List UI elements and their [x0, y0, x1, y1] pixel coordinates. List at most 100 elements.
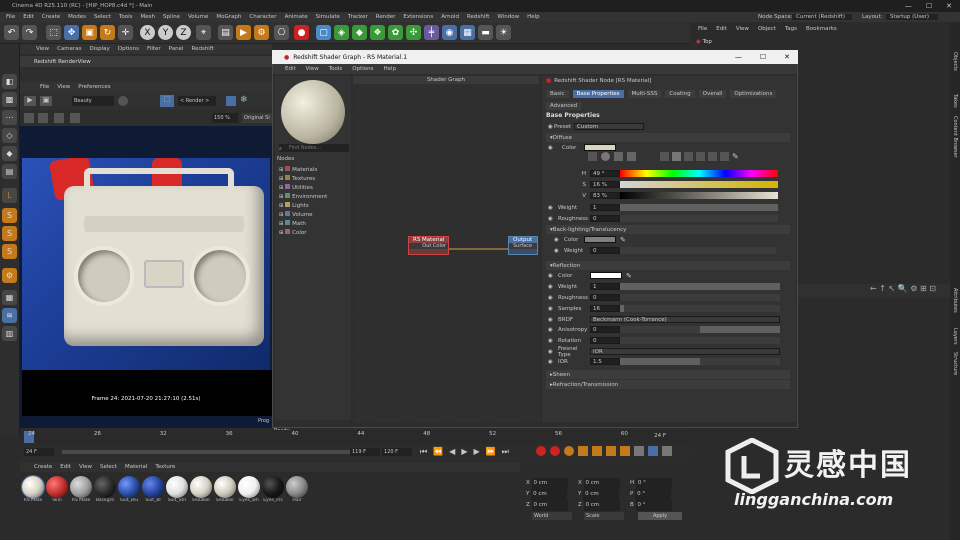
light-icon[interactable]: ☀ [496, 25, 511, 40]
play-icon[interactable]: ▶ [461, 447, 467, 457]
apply-button[interactable]: Apply [638, 512, 682, 520]
rs-material-node[interactable]: RS Material Out Color [408, 236, 449, 255]
node-category-color[interactable]: ⊞ Color [279, 229, 327, 238]
axis-icon[interactable]: L [2, 188, 17, 203]
deformer-icon[interactable]: ✿ [388, 25, 403, 40]
samples-field[interactable]: 16 [590, 305, 620, 312]
refl-weight-slider[interactable] [620, 283, 780, 290]
scale-key-icon[interactable] [592, 446, 602, 456]
vp-menu-display[interactable]: Display [90, 46, 110, 52]
texture-mode-icon[interactable]: ▩ [2, 92, 17, 107]
vp-menu-options[interactable]: Options [118, 46, 139, 52]
ior-field[interactable]: 1.5 [590, 358, 620, 365]
menu-animate[interactable]: Animate [285, 14, 308, 20]
zoom-field[interactable]: 150 % [212, 113, 238, 123]
value-slider[interactable] [620, 192, 778, 199]
menu-help[interactable]: Help [527, 14, 540, 20]
region-icon[interactable] [38, 113, 48, 123]
material-swatch[interactable] [94, 476, 116, 498]
om-item-top[interactable]: ◉ Top [696, 39, 712, 45]
output-node[interactable]: Output Surface [508, 236, 538, 255]
menu-edit[interactable]: Edit [23, 14, 34, 20]
move-icon[interactable]: ✥ [64, 25, 79, 40]
image-icon[interactable] [614, 152, 623, 161]
node-category-utilities[interactable]: ⊞ Utilities [279, 184, 327, 193]
menu-extensions[interactable]: Extensions [403, 14, 433, 20]
ior-keyframe-icon[interactable]: ◉ [548, 359, 558, 365]
original-size-button[interactable]: Original Si [242, 113, 272, 123]
y-field[interactable]: 0 cm [531, 489, 568, 500]
tab-overall[interactable]: Overall [698, 90, 727, 98]
z-field[interactable]: 0 cm [531, 500, 568, 511]
diffuse-weight-field[interactable]: 1 [590, 204, 620, 211]
om-menu-bookmarks[interactable]: Bookmarks [806, 26, 837, 32]
sheen-section[interactable]: ▸ Sheen [546, 370, 790, 379]
brdf-keyframe-icon[interactable]: ◉ [548, 317, 558, 323]
rv-menu-file[interactable]: File [40, 84, 49, 90]
samples-slider[interactable] [620, 305, 780, 312]
menu-volume[interactable]: Volume [188, 14, 208, 20]
hue-slider[interactable] [620, 170, 778, 177]
refl-eyedropper-icon[interactable]: ✎ [626, 272, 632, 280]
vp-menu-redshift[interactable]: Redshift [192, 46, 214, 52]
fresnel-keyframe-icon[interactable]: ◉ [548, 349, 558, 355]
samples-keyframe-icon[interactable]: ◉ [548, 306, 558, 312]
floor-icon[interactable]: ▦ [460, 25, 475, 40]
fresnel-select[interactable]: IOR [590, 348, 780, 355]
snap-s3-icon[interactable]: S [2, 244, 17, 259]
camera-icon[interactable]: ▬ [478, 25, 493, 40]
bl-weight-keyframe-icon[interactable]: ◉ [554, 248, 564, 254]
find-nodes-input[interactable]: Find Nodes... [279, 144, 349, 152]
select-icon[interactable]: ⬚ [46, 25, 61, 40]
diffuse-section[interactable]: ▾ Diffuse [546, 133, 790, 142]
material-swatch[interactable] [238, 476, 260, 498]
pla-key-icon[interactable] [634, 446, 644, 456]
refl-roughness-keyframe-icon[interactable]: ◉ [548, 295, 558, 301]
goto-start-icon[interactable]: ⏮ [420, 447, 427, 457]
tab-attributes[interactable]: Attributes [951, 288, 959, 313]
diffuse-roughness-slider[interactable] [620, 215, 778, 222]
diffuse-roughness-field[interactable]: 0 [590, 215, 620, 222]
rotation-slider[interactable] [620, 337, 780, 344]
tab-objects[interactable]: Objects [951, 52, 959, 71]
bl-color-swatch[interactable] [584, 236, 616, 243]
material-swatch[interactable] [262, 476, 284, 498]
snap-s2-icon[interactable]: S [2, 226, 17, 241]
y-axis-icon[interactable]: Y [158, 25, 173, 40]
next-frame-icon[interactable]: ▶ [473, 447, 479, 457]
mm-menu-view[interactable]: View [79, 464, 92, 470]
bl-eyedropper-icon[interactable]: ✎ [620, 236, 626, 244]
eyedropper-icon[interactable]: ✎ [732, 152, 744, 161]
menu-modes[interactable]: Modes [68, 14, 86, 20]
x-axis-icon[interactable]: X [140, 25, 155, 40]
preset-select[interactable]: Custom [574, 123, 644, 130]
workplane-icon[interactable]: ⚙ [2, 268, 17, 283]
hex-mode-icon[interactable] [708, 152, 717, 161]
diffuse-weight-slider[interactable] [620, 204, 778, 211]
polygons-mode-icon[interactable]: ◆ [2, 146, 17, 161]
node-category-volume[interactable]: ⊞ Volume [279, 211, 327, 220]
material-swatch[interactable] [142, 476, 164, 498]
color-keyframe-icon[interactable]: ◉ [548, 145, 562, 151]
rotation-keyframe-icon[interactable]: ◉ [548, 338, 558, 344]
param-key-icon[interactable] [620, 446, 630, 456]
interactive-render-icon[interactable]: ⎔ [274, 25, 289, 40]
rotation-field[interactable]: 0 [590, 337, 620, 344]
node-category-math[interactable]: ⊞ Math [279, 220, 327, 229]
key-mode-icon[interactable] [564, 446, 574, 456]
mm-menu-material[interactable]: Material [125, 464, 147, 470]
cube-icon[interactable]: ▢ [316, 25, 331, 40]
tab-base-properties[interactable]: Base Properties [572, 90, 624, 98]
material-swatch[interactable] [46, 476, 68, 498]
snapshot-icon[interactable]: ▣ [40, 96, 52, 106]
swatches-icon[interactable] [627, 152, 636, 161]
p-field[interactable]: 0 ° [635, 489, 672, 500]
transform-icon[interactable]: ✛ [118, 25, 133, 40]
menu-mesh[interactable]: Mesh [141, 14, 155, 20]
record-icon[interactable] [118, 96, 128, 106]
play-render-icon[interactable]: ▶ [24, 96, 36, 106]
layout-select[interactable]: Startup (User) [886, 14, 938, 20]
weight-keyframe-icon[interactable]: ◉ [548, 205, 558, 211]
node-category-environment[interactable]: ⊞ Environment [279, 193, 327, 202]
redshift-icon[interactable]: ● [294, 25, 309, 40]
